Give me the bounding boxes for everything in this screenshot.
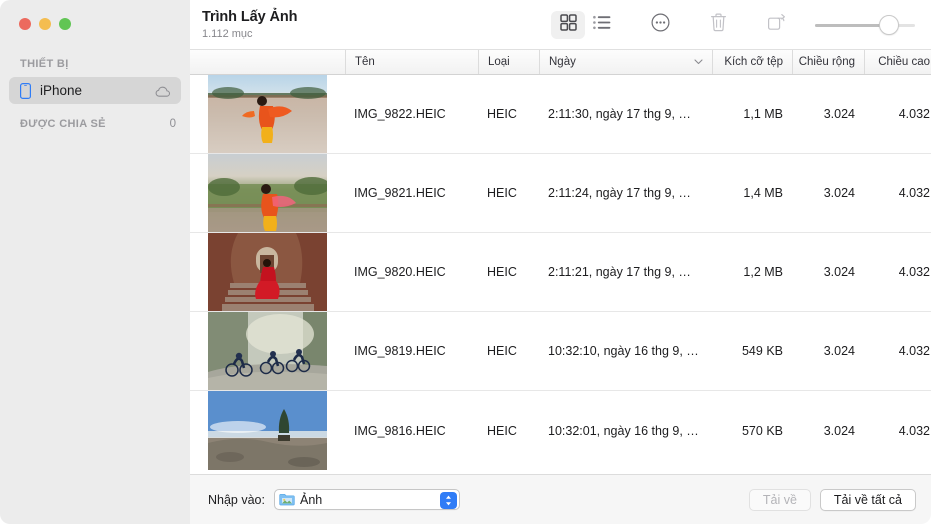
more-options-button[interactable] [643, 11, 677, 39]
column-header-filesize[interactable]: Kích cỡ tệp [712, 50, 792, 74]
download-button[interactable]: Tải về [748, 488, 811, 511]
page-title: Trình Lấy Ảnh [202, 8, 298, 25]
sidebar-item-iphone[interactable]: iPhone [9, 77, 181, 104]
cell-date: 10:32:10, ngày 16 thg 9, … [548, 344, 699, 358]
cell-filesize: 549 KB [741, 344, 783, 358]
table-row[interactable]: IMG_9816.HEIC HEIC 10:32:01, ngày 16 thg… [190, 391, 931, 470]
cell-width: 3.024 [823, 344, 855, 358]
bottom-bar: Nhập vào: Ảnh Tải về Tải về tất cả [190, 474, 931, 524]
cell-date: 2:11:24, ngày 17 thg 9, … [548, 186, 691, 200]
destination-dropdown[interactable]: Ảnh [273, 489, 460, 510]
thumbnail-size-slider[interactable] [815, 11, 915, 39]
sidebar-item-label: iPhone [40, 83, 83, 98]
thumbnail-cyclists-misty-forest-road [208, 312, 327, 390]
column-header-date-label: Ngày [549, 56, 576, 68]
shared-count-badge: 0 [169, 118, 176, 130]
grid-view-button[interactable] [551, 10, 585, 39]
cell-name: IMG_9819.HEIC [354, 344, 446, 358]
minimize-button[interactable] [39, 18, 51, 30]
cell-name: IMG_9816.HEIC [354, 423, 446, 438]
thumbnail-woman-red-sari-garden-view [208, 154, 327, 232]
dropdown-stepper-icon[interactable] [439, 491, 457, 509]
cell-date: 2:11:30, ngày 17 thg 9, … [548, 107, 691, 121]
row-thumbnail[interactable] [190, 233, 345, 311]
trash-icon [710, 13, 727, 37]
cell-height: 4.032 [898, 265, 930, 279]
cell-width: 3.024 [823, 186, 855, 200]
table-row[interactable]: IMG_9820.HEIC HEIC 2:11:21, ngày 17 thg … [190, 233, 931, 312]
photos-folder-icon [279, 493, 295, 506]
cell-height: 4.032 [898, 107, 930, 121]
download-all-button[interactable]: Tải về tất cả [819, 488, 916, 511]
row-thumbnail[interactable] [190, 391, 345, 470]
cell-type: HEIC [487, 107, 517, 121]
cell-name: IMG_9822.HEIC [354, 107, 446, 121]
slider-thumb[interactable] [879, 14, 899, 35]
cell-width: 3.024 [823, 423, 855, 438]
cell-filesize: 1,1 MB [743, 107, 783, 121]
cell-type: HEIC [487, 186, 517, 200]
cloud-icon [155, 85, 172, 97]
item-count: 1.112 mục [202, 27, 253, 40]
column-header-width[interactable]: Chiều rộng [792, 50, 864, 74]
cell-height: 4.032 [898, 344, 930, 358]
toolbar: Trình Lấy Ảnh 1.112 mục [190, 0, 931, 49]
title-block: Trình Lấy Ảnh 1.112 mục [202, 9, 297, 41]
cell-type: HEIC [487, 423, 517, 438]
cell-width: 3.024 [823, 265, 855, 279]
table-row[interactable]: IMG_9819.HEIC HEIC 10:32:10, ngày 16 thg… [190, 312, 931, 391]
rotate-icon [767, 13, 786, 36]
column-header-thumbnail[interactable] [190, 50, 345, 74]
column-header-height[interactable]: Chiều cao [864, 50, 931, 74]
column-header-type[interactable]: Loại [478, 50, 539, 74]
cell-date: 2:11:21, ngày 17 thg 9, … [548, 265, 691, 279]
chevron-down-icon [688, 59, 703, 65]
cell-type: HEIC [487, 265, 517, 279]
cell-filesize: 570 KB [741, 423, 783, 438]
row-thumbnail[interactable] [190, 312, 345, 390]
main-area: Trình Lấy Ảnh 1.112 mục Tên Loại Ngày Kí… [190, 0, 931, 524]
sidebar-section-shared-label: ĐƯỢC CHIA SẺ [20, 118, 106, 130]
column-header-name[interactable]: Tên [345, 50, 478, 74]
thumbnail-woman-red-sari-on-terrace [208, 75, 327, 153]
cell-name: IMG_9820.HEIC [354, 265, 446, 279]
cell-date: 10:32:01, ngày 16 thg 9, … [548, 423, 699, 438]
photo-capture-window: THIẾT BỊ iPhone ĐƯỢC CHIA SẺ 0 Trình Lấy… [0, 0, 931, 524]
iphone-icon [20, 82, 32, 99]
row-thumbnail[interactable] [190, 75, 345, 153]
list-view-icon [593, 15, 611, 35]
maximize-button[interactable] [59, 18, 71, 30]
sidebar-section-devices: THIẾT BỊ [20, 58, 69, 70]
table-column-header: Tên Loại Ngày Kích cỡ tệp Chiều rộng Chi… [190, 49, 931, 75]
import-to-label: Nhập vào: [208, 492, 265, 507]
cell-height: 4.032 [898, 423, 930, 438]
cell-name: IMG_9821.HEIC [354, 186, 446, 200]
list-view-button[interactable] [585, 11, 619, 39]
rotate-button[interactable] [759, 11, 793, 39]
cell-filesize: 1,4 MB [743, 186, 783, 200]
table-row[interactable]: IMG_9821.HEIC HEIC 2:11:24, ngày 17 thg … [190, 154, 931, 233]
cell-width: 3.024 [823, 107, 855, 121]
thumbnail-mountain-ridge-lone-tree [208, 391, 327, 470]
column-header-date[interactable]: Ngày [539, 50, 712, 74]
close-button[interactable] [19, 18, 31, 30]
sidebar: THIẾT BỊ iPhone ĐƯỢC CHIA SẺ 0 [0, 0, 190, 524]
row-thumbnail[interactable] [190, 154, 345, 232]
more-options-icon [651, 13, 670, 37]
sidebar-section-shared: ĐƯỢC CHIA SẺ 0 [0, 104, 190, 130]
window-controls [0, 0, 190, 44]
photo-table[interactable]: IMG_9822.HEIC HEIC 2:11:30, ngày 17 thg … [190, 75, 931, 474]
cell-type: HEIC [487, 344, 517, 358]
grid-view-icon [559, 13, 577, 36]
delete-button[interactable] [701, 11, 735, 39]
slider-fill [815, 23, 887, 27]
view-mode-group [551, 10, 619, 39]
cell-height: 4.032 [898, 186, 930, 200]
cell-filesize: 1,2 MB [743, 265, 783, 279]
thumbnail-woman-red-dress-stone-stairs [208, 233, 327, 311]
destination-value: Ảnh [299, 492, 323, 507]
table-row[interactable]: IMG_9822.HEIC HEIC 2:11:30, ngày 17 thg … [190, 75, 931, 154]
